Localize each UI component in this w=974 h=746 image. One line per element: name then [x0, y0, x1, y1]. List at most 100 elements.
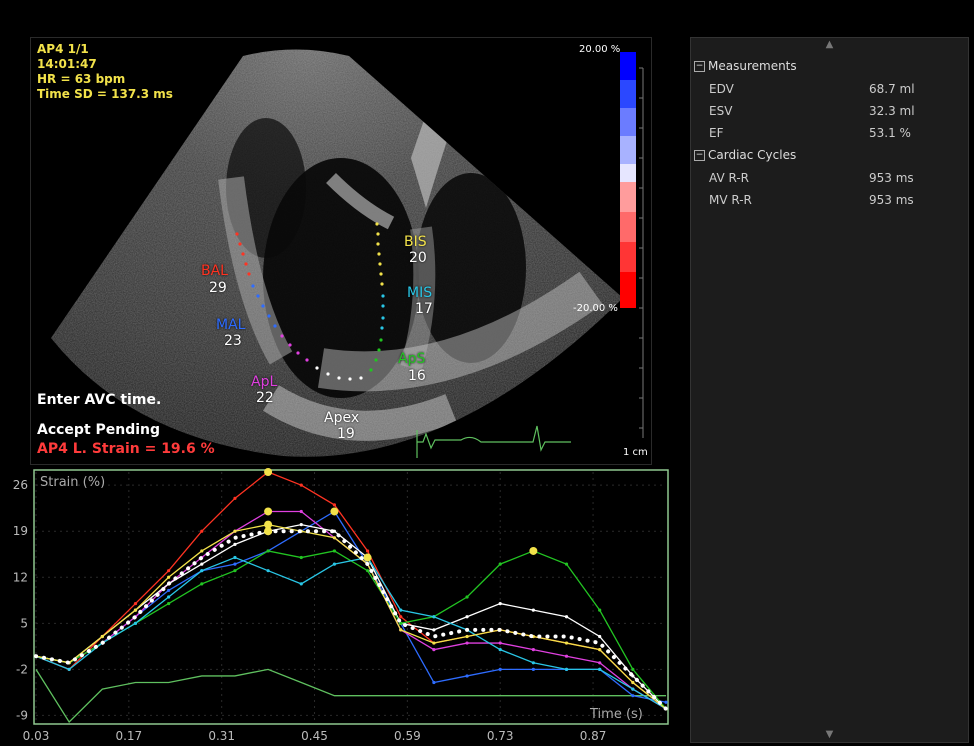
- segment-value-bis: 20: [409, 250, 427, 266]
- series-point: [133, 601, 138, 606]
- series-point: [664, 700, 668, 704]
- heart-rate: HR = 63 bpm: [37, 72, 126, 86]
- x-tick-labels: 0.03 0.17 0.31 0.45 0.59 0.73 0.87: [23, 729, 607, 743]
- series-point: [432, 615, 436, 619]
- series-point: [564, 654, 569, 658]
- cardiac-cycles-section[interactable]: − Cardiac Cycles: [694, 148, 796, 162]
- series-point: [200, 562, 204, 566]
- segment-name-aps: ApS: [398, 351, 426, 367]
- series-point: [167, 601, 171, 606]
- y-tick-label: 12: [13, 570, 28, 584]
- series-point: [200, 549, 204, 553]
- series-point: [631, 667, 635, 671]
- series-point: [365, 549, 370, 553]
- series-point: [266, 549, 270, 553]
- series-point: [432, 641, 436, 645]
- series-point: [598, 667, 602, 671]
- segment-value-aps: 16: [408, 368, 426, 384]
- series-point: [465, 641, 469, 645]
- series-point: [399, 615, 403, 619]
- acquisition-time: 14:01:47: [37, 57, 97, 71]
- series-point: [631, 694, 635, 698]
- series-point: [432, 648, 436, 652]
- segment-value-bal: 29: [209, 280, 227, 296]
- strain-chart[interactable]: 26 19 12 5 -2 -9 0.03 0.17 0.31 0.45 0.59 0.73 0.87…: [0, 466, 680, 746]
- peak-marker: [264, 468, 273, 476]
- series-point: [133, 608, 138, 612]
- x-tick-label: 0.31: [208, 729, 235, 743]
- scale-label: 1 cm: [623, 447, 648, 458]
- series-point: [631, 687, 635, 691]
- series-point: [100, 634, 104, 639]
- scroll-down-icon[interactable]: ▼: [691, 729, 968, 741]
- segment-name-bal: BAL: [201, 263, 228, 279]
- series-point: [332, 536, 337, 540]
- series-point: [531, 608, 535, 612]
- series-point: [233, 555, 237, 560]
- strain-result: AP4 L. Strain = 19.6 %: [37, 441, 215, 457]
- series-point: [432, 628, 436, 632]
- peak-marker: [363, 553, 372, 562]
- y-axis-label: Strain (%): [40, 475, 105, 490]
- series-point: [399, 608, 403, 612]
- collapse-icon[interactable]: −: [694, 149, 705, 161]
- cardiac-cycles-title: Cardiac Cycles: [708, 148, 797, 162]
- peak-marker: [264, 507, 273, 516]
- series-point: [299, 582, 303, 586]
- x-tick-label: 0.03: [23, 729, 50, 743]
- series-point: [564, 667, 569, 671]
- series-point: [299, 555, 303, 560]
- measurements-section[interactable]: − Measurements: [694, 59, 797, 73]
- peak-marker: [529, 546, 538, 555]
- series-point: [564, 615, 569, 619]
- series-point: [564, 562, 569, 566]
- series-point: [498, 601, 502, 606]
- series-point: [598, 608, 602, 612]
- x-tick-label: 0.73: [487, 729, 514, 743]
- status-text: Accept Pending: [37, 422, 161, 438]
- series-point: [233, 496, 237, 500]
- series-point: [332, 549, 337, 553]
- series-point: [598, 661, 602, 665]
- series-point: [365, 569, 370, 573]
- series-point: [299, 523, 303, 527]
- y-tick-label: -2: [16, 662, 28, 676]
- app-window: AP4 1/1 14:01:47 HR = 63 bpm Time SD = 1…: [0, 0, 974, 746]
- series-point: [531, 648, 535, 652]
- echo-image-view[interactable]: AP4 1/1 14:01:47 HR = 63 bpm Time SD = 1…: [30, 37, 652, 465]
- series-point: [598, 634, 602, 639]
- peak-marker: [330, 507, 339, 516]
- x-tick-label: 0.87: [580, 729, 607, 743]
- strain-colorbar: [620, 52, 636, 308]
- collapse-icon[interactable]: −: [694, 60, 705, 72]
- segment-value-apex: 19: [337, 426, 355, 442]
- series-point: [299, 509, 303, 514]
- y-tick-label: -9: [16, 708, 28, 722]
- series-point: [167, 569, 171, 573]
- series-point: [498, 562, 502, 566]
- series-point: [465, 674, 469, 678]
- time-sd: Time SD = 137.3 ms: [37, 87, 173, 101]
- segment-value-mal: 23: [224, 333, 242, 349]
- series-point: [133, 621, 138, 625]
- x-tick-label: 0.17: [115, 729, 142, 743]
- series-point: [465, 615, 469, 619]
- measurements-title: Measurements: [708, 59, 797, 73]
- series-point: [233, 542, 237, 546]
- x-tick-label: 0.45: [301, 729, 328, 743]
- series-point: [233, 562, 237, 566]
- segment-name-mal: MAL: [216, 317, 246, 333]
- measurements-panel: ▲ − Measurements EDV 68.7 ml ESV 32.3 ml…: [690, 37, 969, 743]
- y-tick-label: 19: [13, 524, 28, 538]
- series-point: [167, 595, 171, 599]
- depth-scale: [639, 67, 644, 438]
- series-point: [465, 595, 469, 599]
- segment-name-mis: MIS: [407, 285, 433, 301]
- series-point: [266, 569, 270, 573]
- scroll-up-icon[interactable]: ▲: [691, 39, 968, 51]
- series-point: [200, 582, 204, 586]
- series-point: [498, 648, 502, 652]
- series-point: [299, 483, 303, 487]
- series-point: [631, 680, 635, 685]
- series-point: [399, 628, 403, 632]
